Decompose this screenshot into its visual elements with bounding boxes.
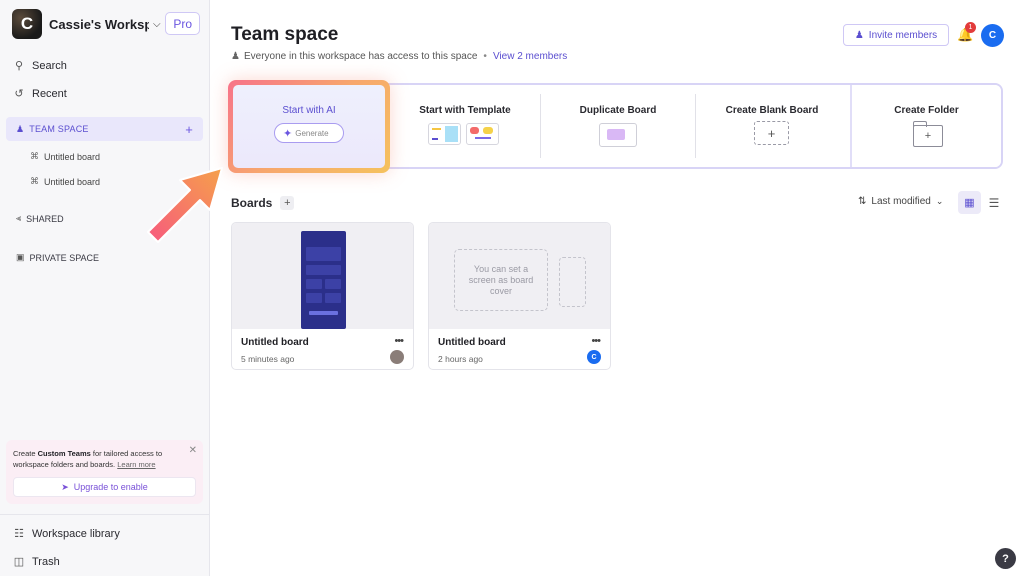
workspace-name: Cassie's Worksp... (49, 16, 149, 32)
start-with-ai-label: Start with AI (282, 105, 336, 116)
users-icon: ♟ (16, 123, 25, 134)
sidebar-item-recent[interactable]: ↺ Recent (12, 87, 67, 101)
rocket-icon: ➤ (61, 481, 69, 492)
generate-input[interactable]: ✦ Generate (274, 123, 344, 143)
sidebar-section-label: PRIVATE SPACE (29, 252, 100, 263)
pointer-arrow-icon (147, 167, 223, 243)
sidebar-section-label: SHARED (26, 213, 64, 224)
sort-icon: ⇅ (858, 196, 867, 207)
separator-dot: • (483, 51, 487, 62)
sidebar-item-board[interactable]: ⌘ Untitled board (30, 151, 100, 162)
owner-avatar (390, 350, 404, 364)
book-icon: ☷ (14, 528, 24, 540)
sidebar-item-team-space[interactable]: ♟ TEAM SPACE + (6, 117, 203, 141)
duplicate-icon (599, 123, 637, 147)
invite-members-button[interactable]: ♟ Invite members (843, 24, 949, 46)
template-thumbnail-icon (466, 123, 499, 145)
learn-more-link[interactable]: Learn more (117, 460, 155, 469)
sidebar-item-shared[interactable]: ⫷ SHARED (16, 213, 64, 224)
access-info: ♟ Everyone in this workspace has access … (231, 51, 567, 62)
sidebar: C Cassie's Worksp... ⌵ Pro ⚲ Search ↺ Re… (0, 0, 210, 576)
users-icon: ♟ (231, 51, 240, 62)
sidebar-item-label: Search (32, 59, 67, 72)
divider (0, 514, 210, 515)
close-icon[interactable]: ✕ (189, 445, 197, 456)
chevron-down-icon: ⌵ (153, 18, 161, 30)
sidebar-item-label: Recent (32, 87, 67, 100)
folder-icon: + (913, 121, 943, 147)
start-with-ai-card[interactable]: Start with AI ✦ Generate (228, 80, 390, 173)
sidebar-item-search[interactable]: ⚲ Search (12, 59, 67, 73)
upgrade-button[interactable]: ➤ Upgrade to enable (13, 477, 196, 497)
duplicate-board-button[interactable]: Duplicate Board (541, 83, 695, 169)
board-card[interactable]: You can set a screen as board cover Unti… (428, 222, 611, 370)
board-cover: You can set a screen as board cover (429, 223, 610, 329)
page-title: Team space (231, 24, 339, 45)
help-button[interactable]: ? (995, 548, 1016, 569)
list-view-icon[interactable]: ☰ (985, 191, 1003, 214)
sidebar-item-board[interactable]: ⌘ Untitled board (30, 176, 100, 187)
boards-heading: Boards + (231, 196, 295, 210)
sidebar-section-label: TEAM SPACE (29, 124, 89, 134)
start-with-template-button[interactable]: Start with Template (390, 83, 540, 169)
sort-dropdown[interactable]: ⇅ Last modified ⌄ (858, 196, 943, 207)
template-thumbnail-icon (428, 123, 461, 145)
more-options-icon[interactable]: ••• (591, 335, 601, 347)
user-avatar[interactable]: C (981, 24, 1004, 47)
custom-teams-promo: Create Custom Teams for tailored access … (6, 440, 203, 504)
cover-hint: You can set a screen as board cover (454, 249, 548, 311)
sidebar-item-private-space[interactable]: ▣ PRIVATE SPACE (16, 252, 99, 263)
cover-placeholder-side (559, 257, 586, 307)
plus-icon: + (754, 121, 789, 145)
board-cover (232, 223, 413, 329)
sidebar-item-label: Workspace library (32, 527, 120, 540)
share-icon: ⫷ (16, 213, 22, 223)
phone-screen-thumbnail (301, 231, 346, 329)
access-text: Everyone in this workspace has access to… (243, 51, 478, 62)
board-modified-time: 5 minutes ago (241, 354, 295, 364)
frame-icon: ⌘ (30, 176, 39, 186)
add-board-button[interactable]: + (280, 196, 295, 210)
lock-icon: ▣ (16, 252, 25, 262)
sidebar-item-label: Untitled board (44, 151, 101, 162)
search-icon: ⚲ (14, 60, 24, 72)
board-card[interactable]: Untitled board 5 minutes ago ••• (231, 222, 414, 370)
history-icon: ↺ (14, 88, 24, 100)
workspace-avatar: C (12, 9, 42, 39)
promo-text: Create Custom Teams for tailored access … (13, 449, 163, 469)
pro-badge[interactable]: Pro (165, 12, 200, 35)
add-board-icon[interactable]: + (185, 122, 193, 137)
sidebar-item-workspace-library[interactable]: ☷ Workspace library (12, 527, 120, 541)
add-user-icon: ♟ (854, 29, 864, 41)
grid-view-icon[interactable]: ▦ (958, 191, 981, 214)
trash-icon: ◫ (13, 556, 25, 568)
create-folder-button[interactable]: Create Folder + (850, 85, 1001, 167)
board-name: Untitled board (241, 337, 309, 348)
more-options-icon[interactable]: ••• (394, 335, 404, 347)
notification-badge: 1 (965, 22, 976, 33)
board-name: Untitled board (438, 337, 506, 348)
board-modified-time: 2 hours ago (438, 354, 483, 364)
owner-avatar: C (587, 350, 601, 364)
sidebar-item-trash[interactable]: ◫ Trash (12, 555, 60, 569)
workspace-switcher[interactable]: C Cassie's Worksp... ⌵ Pro (12, 9, 200, 39)
view-members-link[interactable]: View 2 members (493, 51, 567, 62)
chevron-down-icon: ⌄ (935, 196, 944, 206)
create-blank-board-button[interactable]: Create Blank Board + (696, 83, 848, 169)
frame-icon: ⌘ (30, 151, 39, 161)
sidebar-item-label: Untitled board (44, 176, 101, 187)
sidebar-item-label: Trash (32, 555, 60, 568)
sparkle-icon: ✦ (283, 127, 293, 140)
